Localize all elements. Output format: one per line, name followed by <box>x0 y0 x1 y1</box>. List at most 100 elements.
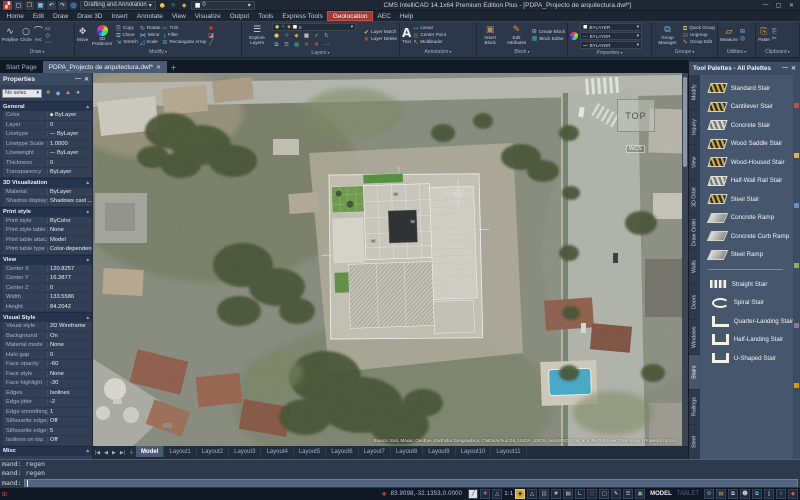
tab-model[interactable]: Model <box>136 446 165 457</box>
tab-draw-3d[interactable]: Draw 3D <box>73 11 107 21</box>
modify-panel-label[interactable]: Modify <box>75 49 241 57</box>
ungroup-button[interactable]: Ungroup <box>683 32 715 39</box>
lines-icon[interactable]: ☰ <box>623 489 634 499</box>
phone-icon[interactable]: ▯ <box>764 489 774 499</box>
multileader-button[interactable]: Multileader <box>413 39 446 46</box>
polyline-button[interactable]: Polyline <box>2 28 18 43</box>
property-value[interactable]: Shadows cast ... <box>47 198 92 205</box>
property-value[interactable]: ■ ByLayer <box>47 112 92 119</box>
properties-panel-label[interactable]: Properties <box>568 50 651 57</box>
esnap-toggle-icon[interactable]: ◈ <box>515 489 526 499</box>
property-value[interactable]: 5 <box>47 427 92 434</box>
layer-freeze-icon[interactable] <box>282 32 291 40</box>
utilities-panel-label[interactable]: Utilities <box>718 49 755 57</box>
tool-quarter-landing-stair[interactable]: Quarter-Landing Stair <box>700 312 793 331</box>
layer-on-icon[interactable] <box>158 1 167 10</box>
tool-steel-stair[interactable]: Steel Stair <box>700 190 794 209</box>
property-value[interactable]: 120.8257 <box>47 265 92 272</box>
edit-attributes-button[interactable]: Edit Attributes <box>503 26 529 46</box>
scrollbar-thumb[interactable] <box>683 77 687 167</box>
model-space-label[interactable]: MODEL <box>650 491 672 497</box>
property-value[interactable]: Isolines <box>47 389 92 396</box>
layer-lock-icon[interactable] <box>180 1 189 10</box>
workspace-dropdown[interactable]: Drafting and Annotation <box>80 0 156 10</box>
intellicad-logo-icon[interactable]: ◎ <box>69 0 78 10</box>
eraser-icon[interactable] <box>208 33 214 39</box>
view-cube-top[interactable]: TOP <box>617 99 655 132</box>
collapse-icon[interactable] <box>86 180 89 186</box>
pencil-icon[interactable]: ✎ <box>611 489 622 499</box>
tool-concrete-curb-ramp[interactable]: Concrete Curb Ramp <box>700 227 794 246</box>
property-value[interactable]: Model <box>47 236 92 243</box>
block-editor-button[interactable]: Block Editor <box>532 36 565 42</box>
linetype-dropdown[interactable]: — BYLAYER <box>580 32 642 40</box>
layer-dropdown[interactable]: 0 <box>190 0 255 10</box>
sheet-icon[interactable]: ▤ <box>716 489 726 499</box>
minimize-panel-icon[interactable]: — <box>782 65 788 72</box>
property-value[interactable]: Off <box>47 418 92 425</box>
tab-home[interactable]: Home <box>2 11 28 21</box>
property-row[interactable]: Silhouette edge ... 5 <box>0 426 92 436</box>
scale-button[interactable]: Scale <box>140 39 161 46</box>
tab-layout1[interactable]: Layout1 <box>164 446 197 457</box>
property-value[interactable]: 133.5586 <box>47 294 92 301</box>
open-file-icon[interactable]: ❒ <box>25 0 34 10</box>
grid-toggle-icon[interactable]: # <box>551 489 562 499</box>
property-value[interactable]: — ByLayer <box>47 150 92 157</box>
share-icon[interactable]: ⧉ <box>728 489 738 499</box>
tool-wood-saddle-stair[interactable]: Wood Saddle Stair <box>700 135 794 154</box>
tab-layout8[interactable]: Layout8 <box>391 446 424 457</box>
tool-concrete-stair[interactable]: Concrete Stair <box>700 116 794 135</box>
property-value[interactable]: 0 <box>47 351 92 358</box>
break-icon[interactable] <box>208 40 214 46</box>
palette-tab-doors[interactable]: Doors <box>689 285 700 320</box>
palette-tab-view[interactable]: View <box>689 145 700 180</box>
tab-layout3[interactable]: Layout3 <box>229 446 262 457</box>
collapse-icon[interactable] <box>86 315 89 321</box>
property-value[interactable]: None <box>47 370 92 377</box>
ortho-toggle-icon[interactable]: ∟ <box>575 489 586 499</box>
palette-scrollbar[interactable] <box>793 75 800 460</box>
property-value[interactable]: -2 <box>47 399 92 406</box>
select-objects-icon[interactable]: ● <box>74 89 82 97</box>
tab-draw[interactable]: Draw <box>49 11 73 21</box>
palette-tab-draw-order[interactable]: Draw Order <box>689 215 700 250</box>
section-header[interactable]: View <box>0 254 92 265</box>
paste-button[interactable]: Paste <box>758 28 770 43</box>
tab-express-tools[interactable]: Express Tools <box>278 11 327 21</box>
property-value[interactable]: 16.3877 <box>47 275 92 282</box>
tablet-label[interactable]: TABLET <box>677 491 699 497</box>
layer-delete-button[interactable]: Layer Delete <box>364 36 397 43</box>
tool-standard-stair[interactable]: Standard Stair <box>700 79 794 98</box>
tab-layout4[interactable]: Layout4 <box>261 446 294 457</box>
property-row[interactable]: Print style ByColor <box>0 216 92 226</box>
property-value[interactable]: -30 <box>47 380 92 387</box>
palette-tab-3d-orbit[interactable]: 3D Orbit <box>689 180 700 215</box>
palette-tab-steel[interactable]: Steel <box>689 425 700 460</box>
mirror-button[interactable]: Mirror <box>140 32 161 39</box>
measure-button[interactable]: Measure <box>720 28 738 43</box>
section-header[interactable]: General <box>0 101 92 111</box>
add-layout-button[interactable]: ＋ <box>127 449 136 456</box>
new-file-icon[interactable]: ▢ <box>14 0 23 10</box>
layer-walk-icon[interactable] <box>292 41 301 49</box>
rotate-button[interactable]: Rotate <box>140 25 161 32</box>
app-logo-icon[interactable]: ▞ <box>3 0 12 10</box>
tool-u-shaped-stair[interactable]: U-Shaped Stair <box>700 349 794 368</box>
color-wheel-icon[interactable] <box>570 32 578 40</box>
collapse-icon[interactable] <box>86 448 89 454</box>
property-row[interactable]: Material ByLayer <box>0 187 92 197</box>
property-row[interactable]: Center Y 16.3877 <box>0 274 92 284</box>
text-button[interactable]: Text <box>402 27 411 45</box>
viewport-canvas[interactable]: TOP WCS Source: Esri, Maxar, GeoEye, Ear… <box>93 73 682 446</box>
property-row[interactable]: Material mode None <box>0 341 92 351</box>
trim-button[interactable]: Trim <box>162 25 206 32</box>
tab-layout11[interactable]: Layout11 <box>491 446 527 457</box>
tab-start-page[interactable]: Start Page <box>0 61 43 73</box>
info-icon[interactable]: i <box>776 489 786 499</box>
property-row[interactable]: Isolines on top Off <box>0 436 92 446</box>
snap-cross-icon[interactable]: ✚ <box>480 489 491 499</box>
property-row[interactable]: Edge smoothing 1 <box>0 407 92 417</box>
etrack-toggle-icon[interactable]: △ <box>527 489 538 499</box>
layer-off-icon[interactable] <box>272 32 281 40</box>
